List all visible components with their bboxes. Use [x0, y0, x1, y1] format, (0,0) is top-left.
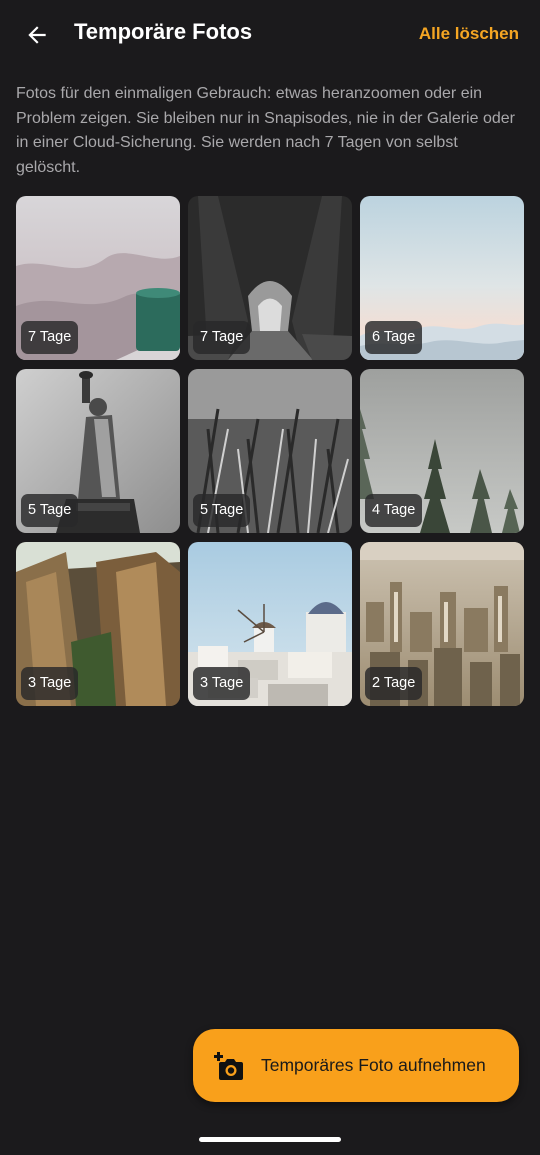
- page-title: Temporäre Fotos: [74, 19, 253, 44]
- days-left-badge: 3 Tage: [21, 667, 79, 700]
- arrow-back-icon: [28, 26, 46, 44]
- photo-tile[interactable]: 5 Tage: [16, 369, 180, 533]
- days-left-badge: 5 Tage: [193, 494, 251, 527]
- photo-grid: 7 Tage 7 Tage 6 Tage 5 Tage 5 Tage 4 Tag…: [16, 196, 525, 706]
- photo-tile[interactable]: 7 Tage: [188, 196, 352, 360]
- description-text: Fotos für den einmaligen Gebrauch: etwas…: [16, 85, 515, 176]
- days-left-badge: 3 Tage: [193, 667, 251, 700]
- days-left-badge: 7 Tage: [21, 321, 79, 354]
- days-left-badge: 5 Tage: [21, 494, 79, 527]
- days-left-badge: 7 Tage: [193, 321, 251, 354]
- photo-tile[interactable]: 3 Tage: [188, 542, 352, 706]
- take-temporary-photo-button[interactable]: Temporäres Foto aufnehmen: [193, 1029, 519, 1102]
- photo-tile[interactable]: 2 Tage: [360, 542, 524, 706]
- photo-tile[interactable]: 4 Tage: [360, 369, 524, 533]
- home-indicator[interactable]: [199, 1137, 341, 1142]
- days-left-badge: 4 Tage: [365, 494, 423, 527]
- back-button[interactable]: [20, 18, 54, 52]
- photo-tile[interactable]: 5 Tage: [188, 369, 352, 533]
- add-camera-icon: [214, 1052, 243, 1080]
- clear-all-button[interactable]: Alle löschen: [419, 24, 519, 44]
- photo-tile[interactable]: 3 Tage: [16, 542, 180, 706]
- fab-label: Temporäres Foto aufnehmen: [261, 1055, 486, 1075]
- photo-tile[interactable]: 7 Tage: [16, 196, 180, 360]
- days-left-badge: 2 Tage: [365, 667, 423, 700]
- days-left-badge: 6 Tage: [365, 321, 423, 354]
- top-app-bar: Temporäre Fotos Alle löschen: [0, 0, 540, 70]
- photo-tile[interactable]: 6 Tage: [360, 196, 524, 360]
